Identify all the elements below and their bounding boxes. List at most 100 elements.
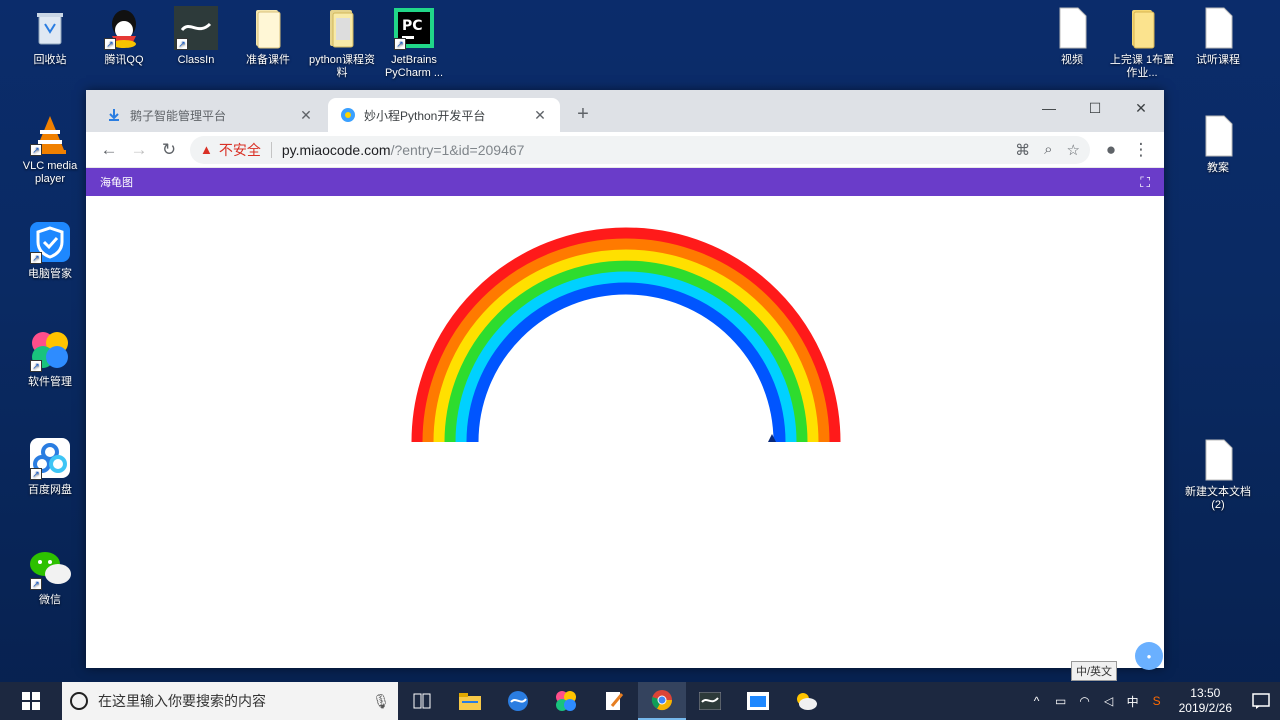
download-icon [109, 109, 119, 121]
desktop-icon-pc-manager[interactable]: ↗ 电脑管家 [14, 220, 86, 281]
wechat-icon: ↗ [28, 546, 72, 590]
security-label: 不安全 [218, 141, 261, 158]
taskbar-software-manager[interactable] [542, 682, 590, 720]
desktop-icon-recycle-bin[interactable]: 回收站 [14, 6, 86, 67]
folder-icon [246, 6, 290, 50]
desktop-icon-label: ClassIn [177, 54, 215, 66]
sogou-ime-icon[interactable]: S [1145, 694, 1169, 708]
translate-icon[interactable]: ⌘ [1015, 141, 1030, 159]
desktop-doc-trial[interactable]: 试听课程 [1182, 6, 1254, 67]
notification-icon [1252, 693, 1270, 709]
forward-button[interactable]: → [124, 135, 154, 165]
desktop-doc-new-text[interactable]: 新建文本文档 (2) [1182, 438, 1254, 512]
tab-title: 鹅子智能管理平台 [130, 108, 227, 123]
taskbar-editor[interactable] [590, 682, 638, 720]
desktop-icon-baidu-netdisk[interactable]: ↗ 百度网盘 [14, 436, 86, 497]
close-tab-icon[interactable]: ✕ [532, 107, 548, 124]
desktop-icon-pycharm[interactable]: PC ↗ JetBrains PyCharm ... [378, 6, 450, 80]
volume-icon[interactable]: ◁ [1097, 694, 1121, 708]
desktop-folder-homework[interactable]: 上完课 1布置作业... [1106, 6, 1178, 80]
software-manager-icon [556, 691, 576, 711]
desktop-icon-label: 准备课件 [246, 54, 290, 66]
desktop-icon-software-manager[interactable]: ↗ 软件管理 [14, 328, 86, 389]
omnibox-actions: ⌘ ⌕ ☆ [1015, 141, 1080, 159]
taskbar-browser-360[interactable] [494, 682, 542, 720]
microphone-icon[interactable]: 🎙 [372, 693, 390, 710]
shortcut-arrow-icon: ↗ [30, 144, 42, 156]
shortcut-arrow-icon: ↗ [394, 38, 406, 50]
fullscreen-icon[interactable]: ⛶ [1140, 174, 1150, 191]
taskbar-weather[interactable] [782, 682, 830, 720]
menu-icon[interactable]: ⋮ [1126, 135, 1156, 165]
address-bar[interactable]: ▲ 不安全 py.miaocode.com /?entry=1&id=20946… [190, 135, 1090, 164]
desktop-icon-classin[interactable]: ↗ ClassIn [160, 6, 232, 67]
reload-button[interactable]: ↻ [154, 135, 184, 165]
security-indicator[interactable]: ▲ 不安全 [200, 140, 261, 160]
minimize-button[interactable]: — [1026, 94, 1072, 122]
desktop-icon-label: 百度网盘 [28, 484, 72, 496]
wifi-icon[interactable]: ◠ [1073, 694, 1097, 708]
taskbar-search[interactable]: 在这里输入你要搜索的内容 🎙 [62, 682, 398, 720]
desktop-icon-label: 视频 [1061, 54, 1083, 66]
shortcut-arrow-icon: ↗ [30, 252, 42, 264]
window-app-icon [747, 692, 769, 710]
desktop-icon-qq[interactable]: ↗ 腾讯QQ [88, 6, 160, 67]
task-view-button[interactable] [398, 682, 446, 720]
zoom-icon[interactable]: ⌕ [1044, 141, 1052, 159]
tab-miaocode[interactable]: 妙小程Python开发平台 ✕ [328, 98, 560, 132]
desktop-folder-python[interactable]: python课程资料 [306, 6, 378, 80]
shortcut-arrow-icon: ↗ [176, 38, 188, 50]
rainbow-drawing [411, 227, 841, 443]
desktop-icon-label: 软件管理 [28, 376, 72, 388]
cortana-icon [70, 692, 88, 710]
desktop-icon-wechat[interactable]: ↗ 微信 [14, 546, 86, 607]
desktop-icon-label: 回收站 [33, 54, 67, 66]
app-header: 海龟图 ⛶ [86, 168, 1164, 196]
clock-time: 13:50 [1190, 686, 1221, 700]
document-icon [1196, 114, 1240, 158]
desktop-icon-label: 教案 [1207, 162, 1229, 174]
folder-icon [320, 6, 364, 50]
task-view-icon [413, 693, 431, 709]
desktop-icon-label: 微信 [39, 594, 61, 606]
tab-title: 妙小程Python开发平台 [364, 108, 486, 123]
floating-assistant-icon[interactable]: ● [1135, 642, 1163, 670]
weather-icon [797, 693, 817, 710]
desktop-doc-lesson-plan[interactable]: 教案 [1182, 114, 1254, 175]
desktop-folder-prepare[interactable]: 准备课件 [232, 6, 304, 67]
network-icon[interactable]: ▭ [1049, 694, 1073, 708]
desktop-icon-label: 新建文本文档 (2) [1185, 486, 1251, 511]
folder-icon [1120, 6, 1164, 50]
qq-icon: ↗ [102, 6, 146, 50]
show-hidden-icons-icon[interactable]: ^ [1025, 694, 1049, 708]
file-explorer-icon [459, 693, 481, 710]
svg-text:PC: PC [402, 18, 423, 34]
close-button[interactable]: ✕ [1118, 94, 1164, 122]
close-tab-icon[interactable]: ✕ [298, 107, 314, 124]
tab-management-platform[interactable]: 鹅子智能管理平台 ✕ [94, 98, 326, 132]
maximize-button[interactable]: ☐ [1072, 94, 1118, 122]
turtle-canvas[interactable] [86, 196, 1164, 668]
url-path: /?entry=1&id=209467 [390, 141, 525, 158]
warning-icon: ▲ [200, 142, 213, 157]
miao-icon [341, 108, 355, 122]
window-controls: — ☐ ✕ [1026, 94, 1164, 122]
action-center-button[interactable] [1242, 682, 1280, 720]
start-button[interactable] [0, 682, 62, 720]
new-tab-button[interactable]: + [573, 104, 593, 124]
taskbar-chrome[interactable] [638, 682, 686, 720]
ime-indicator[interactable]: 中 [1121, 693, 1145, 710]
taskbar-classin[interactable] [686, 682, 734, 720]
bookmark-star-icon[interactable]: ☆ [1067, 141, 1080, 159]
document-icon [1050, 6, 1094, 50]
desktop-icon-vlc[interactable]: ↗ VLC media player [14, 112, 86, 186]
browser-toolbar: ← → ↻ ▲ 不安全 py.miaocode.com /?entry=1&id… [86, 132, 1164, 168]
taskbar-file-explorer[interactable] [446, 682, 494, 720]
back-button[interactable]: ← [94, 135, 124, 165]
app-title: 海龟图 [100, 177, 133, 189]
clock[interactable]: 13:50 2019/2/26 [1169, 686, 1242, 716]
browser-window: 鹅子智能管理平台 ✕ 妙小程Python开发平台 ✕ + — ☐ ✕ ← → ↻… [86, 90, 1164, 668]
taskbar-window-app[interactable] [734, 682, 782, 720]
desktop-doc-video[interactable]: 视频 [1036, 6, 1108, 67]
profile-icon[interactable]: ● [1096, 135, 1126, 165]
